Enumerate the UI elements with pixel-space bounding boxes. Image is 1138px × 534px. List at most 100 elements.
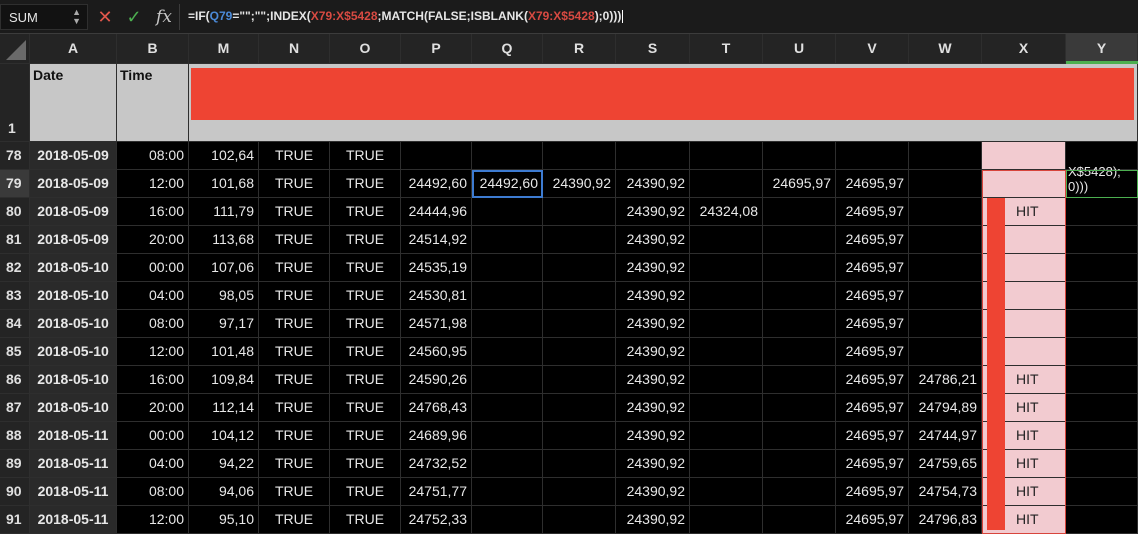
header-cell-date[interactable]: Date bbox=[30, 64, 117, 142]
cell-b90[interactable]: 08:00 bbox=[117, 478, 189, 506]
cell-s89[interactable]: 24390,92 bbox=[616, 450, 690, 478]
cell-m83[interactable]: 98,05 bbox=[189, 282, 259, 310]
cell-y90[interactable] bbox=[1066, 478, 1138, 506]
cell-u88[interactable] bbox=[763, 422, 836, 450]
row-header-83[interactable]: 83 bbox=[0, 282, 30, 310]
cell-r79[interactable]: 24390,92 bbox=[543, 170, 616, 198]
cell-q80[interactable] bbox=[472, 198, 543, 226]
cell-p91[interactable]: 24752,33 bbox=[401, 506, 472, 534]
cell-o82[interactable]: TRUE bbox=[330, 254, 401, 282]
cell-s85[interactable]: 24390,92 bbox=[616, 338, 690, 366]
cell-n85[interactable]: TRUE bbox=[259, 338, 330, 366]
header-cell-time[interactable]: Time bbox=[117, 64, 189, 142]
cell-t81[interactable] bbox=[690, 226, 763, 254]
cell-o90[interactable]: TRUE bbox=[330, 478, 401, 506]
cell-b81[interactable]: 20:00 bbox=[117, 226, 189, 254]
column-header-a[interactable]: A bbox=[30, 34, 117, 64]
cell-s88[interactable]: 24390,92 bbox=[616, 422, 690, 450]
cell-m78[interactable]: 102,64 bbox=[189, 142, 259, 170]
cell-s80[interactable]: 24390,92 bbox=[616, 198, 690, 226]
cell-u78[interactable] bbox=[763, 142, 836, 170]
column-header-y[interactable]: Y bbox=[1066, 34, 1138, 64]
cell-m88[interactable]: 104,12 bbox=[189, 422, 259, 450]
cell-w84[interactable] bbox=[909, 310, 982, 338]
cell-o78[interactable]: TRUE bbox=[330, 142, 401, 170]
cell-n89[interactable]: TRUE bbox=[259, 450, 330, 478]
column-header-w[interactable]: W bbox=[909, 34, 982, 64]
cell-p79[interactable]: 24492,60 bbox=[401, 170, 472, 198]
cell-o84[interactable]: TRUE bbox=[330, 310, 401, 338]
cell-w91[interactable]: 24796,83 bbox=[909, 506, 982, 534]
cell-u82[interactable] bbox=[763, 254, 836, 282]
cell-w86[interactable]: 24786,21 bbox=[909, 366, 982, 394]
row-header-91[interactable]: 91 bbox=[0, 506, 30, 534]
cell-r87[interactable] bbox=[543, 394, 616, 422]
cell-t88[interactable] bbox=[690, 422, 763, 450]
row-header-78[interactable]: 78 bbox=[0, 142, 30, 170]
cell-a86[interactable]: 2018-05-10 bbox=[30, 366, 117, 394]
row-header-85[interactable]: 85 bbox=[0, 338, 30, 366]
cell-t85[interactable] bbox=[690, 338, 763, 366]
row-header-84[interactable]: 84 bbox=[0, 310, 30, 338]
enter-icon[interactable]: ✓ bbox=[123, 6, 145, 28]
cell-n79[interactable]: TRUE bbox=[259, 170, 330, 198]
cell-q90[interactable] bbox=[472, 478, 543, 506]
cell-w89[interactable]: 24759,65 bbox=[909, 450, 982, 478]
cell-v87[interactable]: 24695,97 bbox=[836, 394, 909, 422]
cell-w87[interactable]: 24794,89 bbox=[909, 394, 982, 422]
cell-n90[interactable]: TRUE bbox=[259, 478, 330, 506]
cell-v91[interactable]: 24695,97 bbox=[836, 506, 909, 534]
cell-u84[interactable] bbox=[763, 310, 836, 338]
cell-b91[interactable]: 12:00 bbox=[117, 506, 189, 534]
cell-n86[interactable]: TRUE bbox=[259, 366, 330, 394]
cell-m84[interactable]: 97,17 bbox=[189, 310, 259, 338]
cell-a81[interactable]: 2018-05-09 bbox=[30, 226, 117, 254]
cell-v79[interactable]: 24695,97 bbox=[836, 170, 909, 198]
cell-b79[interactable]: 12:00 bbox=[117, 170, 189, 198]
cell-u81[interactable] bbox=[763, 226, 836, 254]
cell-s78[interactable] bbox=[616, 142, 690, 170]
cell-s86[interactable]: 24390,92 bbox=[616, 366, 690, 394]
cell-s82[interactable]: 24390,92 bbox=[616, 254, 690, 282]
cell-t82[interactable] bbox=[690, 254, 763, 282]
cell-r88[interactable] bbox=[543, 422, 616, 450]
cell-q87[interactable] bbox=[472, 394, 543, 422]
cell-b84[interactable]: 08:00 bbox=[117, 310, 189, 338]
cell-v85[interactable]: 24695,97 bbox=[836, 338, 909, 366]
cell-p78[interactable] bbox=[401, 142, 472, 170]
cell-v78[interactable] bbox=[836, 142, 909, 170]
cell-t91[interactable] bbox=[690, 506, 763, 534]
cell-p89[interactable]: 24732,52 bbox=[401, 450, 472, 478]
cell-m82[interactable]: 107,06 bbox=[189, 254, 259, 282]
cell-b82[interactable]: 00:00 bbox=[117, 254, 189, 282]
cell-m85[interactable]: 101,48 bbox=[189, 338, 259, 366]
cell-v90[interactable]: 24695,97 bbox=[836, 478, 909, 506]
cell-q89[interactable] bbox=[472, 450, 543, 478]
cell-n84[interactable]: TRUE bbox=[259, 310, 330, 338]
cell-a89[interactable]: 2018-05-11 bbox=[30, 450, 117, 478]
column-header-m[interactable]: M bbox=[189, 34, 259, 64]
cell-b83[interactable]: 04:00 bbox=[117, 282, 189, 310]
cell-y85[interactable] bbox=[1066, 338, 1138, 366]
cell-o83[interactable]: TRUE bbox=[330, 282, 401, 310]
cell-r83[interactable] bbox=[543, 282, 616, 310]
cell-b88[interactable]: 00:00 bbox=[117, 422, 189, 450]
cell-p80[interactable]: 24444,96 bbox=[401, 198, 472, 226]
cell-o81[interactable]: TRUE bbox=[330, 226, 401, 254]
cell-n91[interactable]: TRUE bbox=[259, 506, 330, 534]
cell-y86[interactable] bbox=[1066, 366, 1138, 394]
cell-a82[interactable]: 2018-05-10 bbox=[30, 254, 117, 282]
cell-y84[interactable] bbox=[1066, 310, 1138, 338]
cell-n78[interactable]: TRUE bbox=[259, 142, 330, 170]
cell-o86[interactable]: TRUE bbox=[330, 366, 401, 394]
cell-q79[interactable]: 24492,60 bbox=[472, 170, 543, 198]
row-header-82[interactable]: 82 bbox=[0, 254, 30, 282]
cell-s91[interactable]: 24390,92 bbox=[616, 506, 690, 534]
cell-v80[interactable]: 24695,97 bbox=[836, 198, 909, 226]
cell-s81[interactable]: 24390,92 bbox=[616, 226, 690, 254]
column-header-s[interactable]: S bbox=[616, 34, 690, 64]
cell-w80[interactable] bbox=[909, 198, 982, 226]
column-header-p[interactable]: P bbox=[401, 34, 472, 64]
cell-q86[interactable] bbox=[472, 366, 543, 394]
cell-o91[interactable]: TRUE bbox=[330, 506, 401, 534]
